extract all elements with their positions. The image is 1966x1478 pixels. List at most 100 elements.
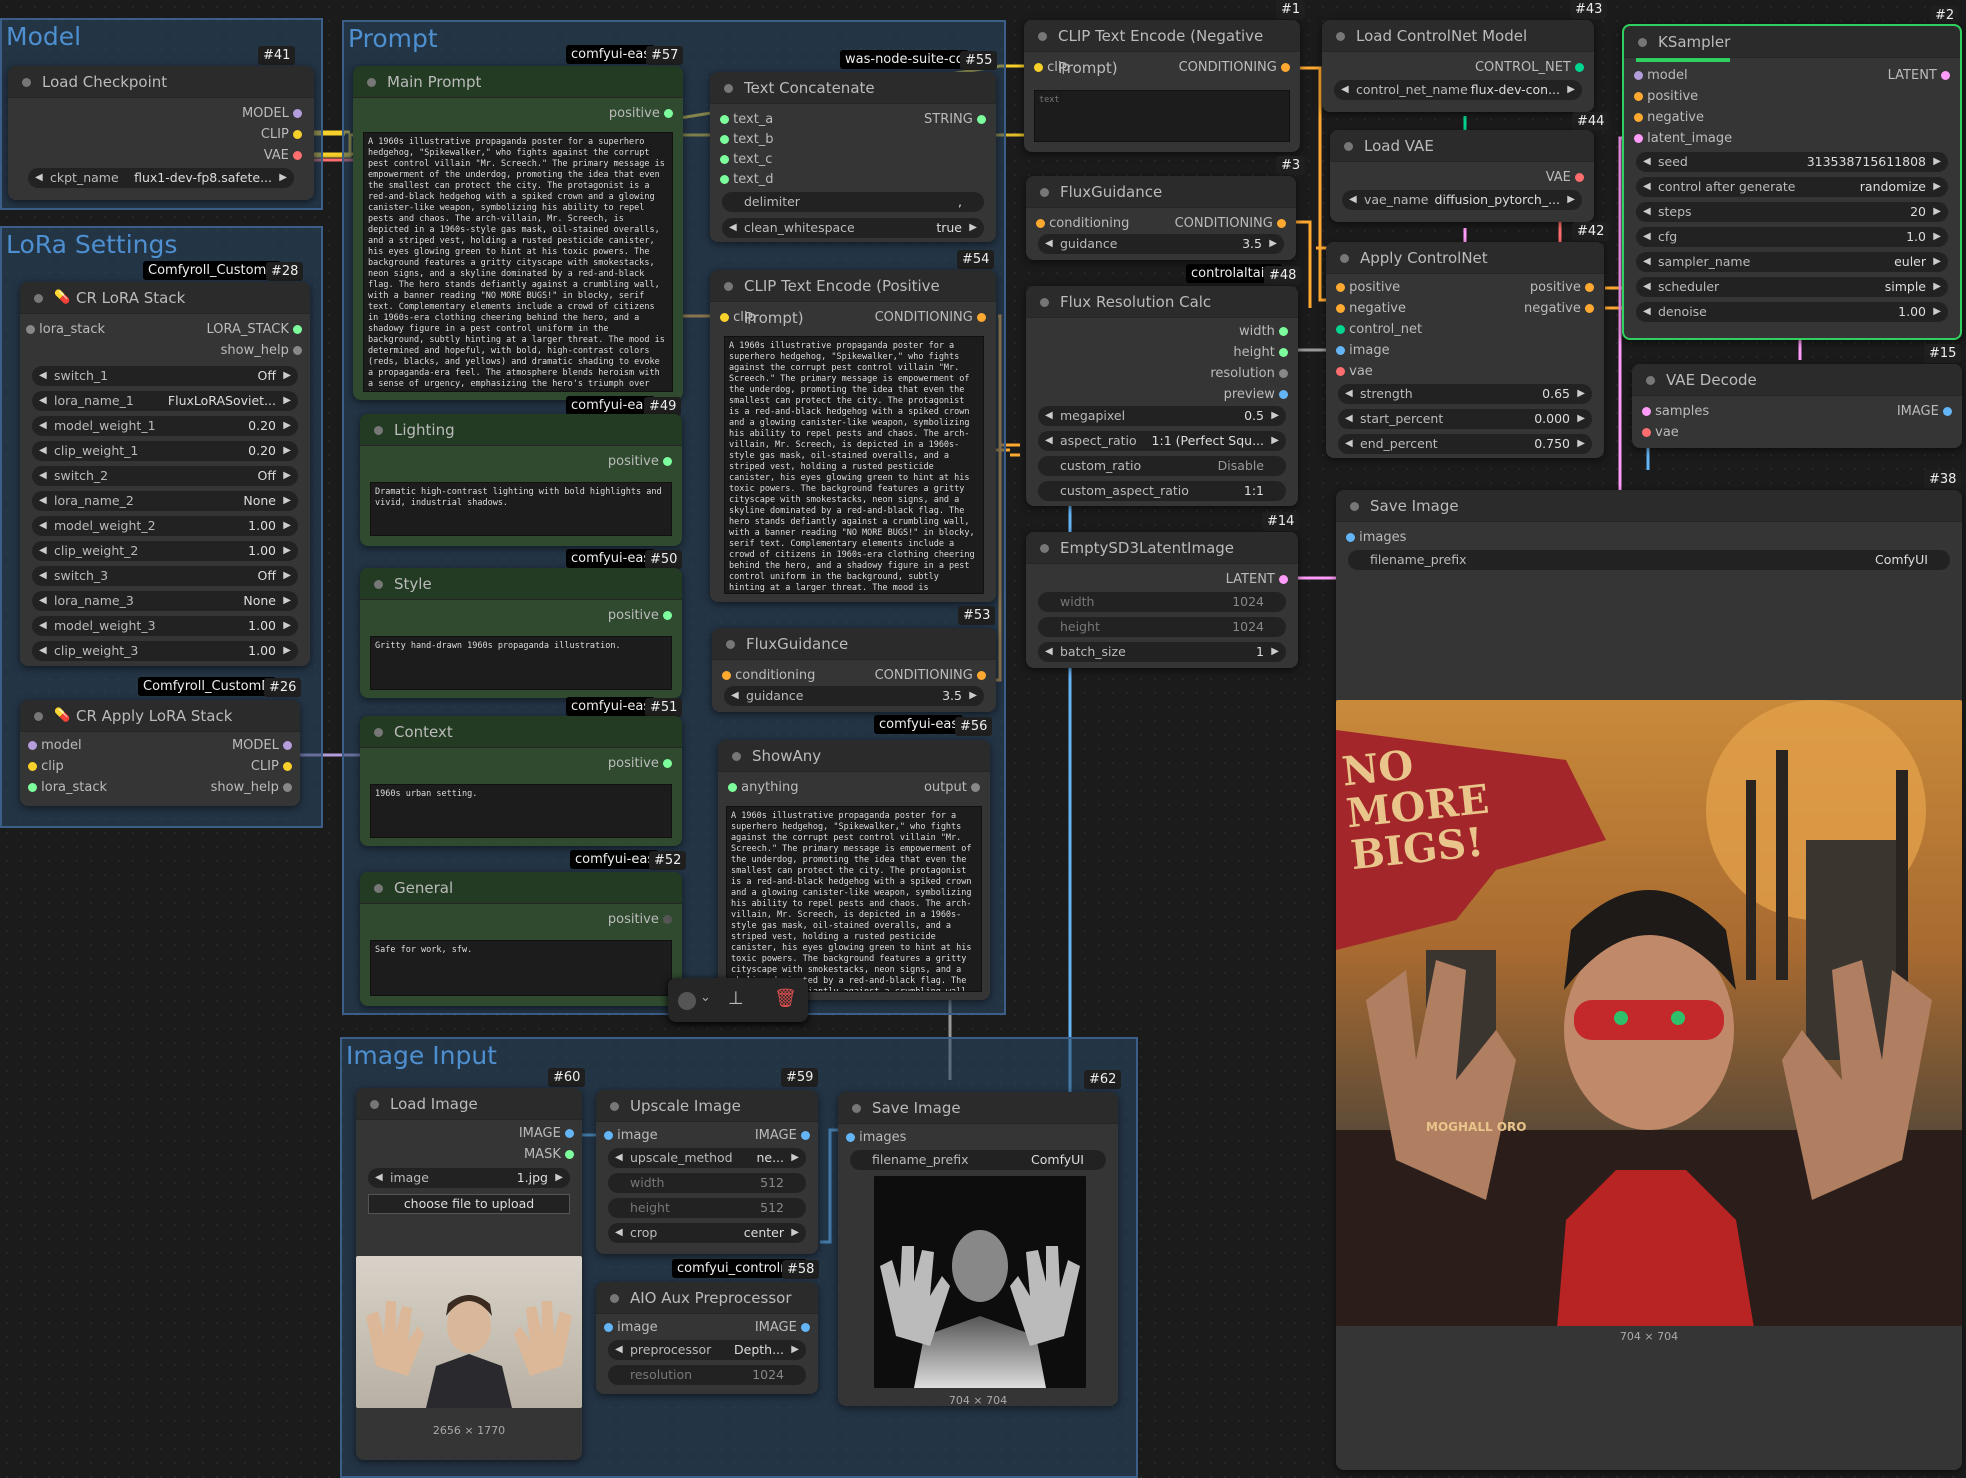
output-latent-dot[interactable] [1279,575,1288,584]
output-latent-dot[interactable] [1941,71,1950,80]
guidance-slider[interactable]: guidance 3.5 [1038,234,1284,254]
input-negative-dot[interactable] [1336,304,1345,313]
input-anything-dot[interactable] [728,783,737,792]
node-load-controlnet[interactable]: Load ControlNet Model CONTROL_NET contro… [1322,20,1594,112]
lora-widget-model-weight-2[interactable]: model_weight_2 1.00 [32,516,298,536]
sampler-name-combo[interactable]: sampler_name euler [1636,252,1948,272]
output-positive-dot[interactable] [663,759,672,768]
custom-aspect-ratio-field[interactable]: custom_aspect_ratio 1:1 [1038,481,1286,501]
batch-size-stepper[interactable]: batch_size 1 [1038,642,1286,662]
prompt-textarea[interactable]: 1960s urban setting. [370,784,672,838]
resolution-input[interactable]: resolution 1024 [608,1365,806,1385]
delimiter-field[interactable]: delimiter, [722,192,984,212]
generated-image-preview[interactable]: NO MORE BIGS! MOGHALL ORO [1336,700,1962,1326]
lora-widget-lora-name-2[interactable]: lora_name_2 None [32,491,298,511]
node-load-image[interactable]: Load Image IMAGE MASK image 1.jpg choose … [356,1088,582,1460]
negative-prompt-textarea[interactable]: text [1034,90,1290,142]
custom-ratio-toggle[interactable]: custom_ratio Disable [1038,456,1286,476]
input-image-dot[interactable] [1336,346,1345,355]
steps-stepper[interactable]: steps 20 [1636,202,1948,222]
node-clip-text-encode-negative[interactable]: CLIP Text Encode (Negative Prompt) clip … [1024,20,1300,152]
input-vae-dot[interactable] [1642,428,1651,437]
width-input[interactable]: width 512 [608,1173,806,1193]
output-width-dot[interactable] [1279,327,1288,336]
node-cr-apply-lora-stack[interactable]: CR Apply LoRA Stack 💊 model clip lora_st… [20,700,300,806]
output-image-dot[interactable] [801,1131,810,1140]
color-picker-icon[interactable] [678,992,696,1010]
output-lora-stack-dot[interactable] [293,325,302,334]
pin-icon[interactable]: ⊥ [728,988,744,1009]
chevron-down-icon[interactable]: ⌄ [700,990,711,1005]
lora-widget-switch-3[interactable]: switch_3 Off [32,566,298,586]
input-positive-dot[interactable] [1634,92,1643,101]
node-load-checkpoint[interactable]: Load Checkpoint MODEL CLIP VAE ckpt_name… [8,66,314,200]
start-percent-slider[interactable]: start_percent 0.000 [1338,409,1592,429]
output-control-net-dot[interactable] [1575,63,1584,72]
node-main-prompt[interactable]: Main Prompt positive A 1960s illustrativ… [353,66,683,400]
input-clip-dot[interactable] [28,762,37,771]
lora-widget-clip-weight-1[interactable]: clip_weight_1 0.20 [32,441,298,461]
node-load-vae[interactable]: Load VAE VAE vae_name diffusion_pytorch_.… [1330,130,1594,222]
output-preview-dot[interactable] [1279,390,1288,399]
node-flux-guidance-2[interactable]: FluxGuidance conditioning CONDITIONING g… [712,628,996,712]
input-clip-dot[interactable] [720,313,729,322]
node-text-concatenate[interactable]: Text Concatenate text_a text_b text_c te… [710,72,996,242]
width-input[interactable]: width 1024 [1038,592,1286,612]
output-conditioning-dot[interactable] [977,671,986,680]
output-string-dot[interactable] [977,115,986,124]
node-show-any[interactable]: ShowAny anything output A 1960s illustra… [718,740,990,1000]
output-positive-dot[interactable] [663,457,672,466]
output-show-help-dot[interactable] [293,346,302,355]
input-text-a-dot[interactable] [720,115,729,124]
node-save-image-main[interactable]: Save Image images filename_prefix ComfyUI… [1336,490,1962,1470]
input-latent-dot[interactable] [1634,134,1643,143]
filename-prefix-field[interactable]: filename_prefix ComfyUI [850,1150,1106,1170]
guidance-slider[interactable]: guidance 3.5 [724,686,984,706]
output-model-dot[interactable] [283,741,292,750]
vae-name-combo[interactable]: vae_name diffusion_pytorch_... [1342,190,1582,210]
preprocessor-combo[interactable]: preprocessor Depth... [608,1340,806,1360]
output-show-help-dot[interactable] [283,783,292,792]
input-model-dot[interactable] [28,741,37,750]
lora-widget-lora-name-3[interactable]: lora_name_3 None [32,591,298,611]
node-upscale-image[interactable]: Upscale Image image IMAGE upscale_method… [596,1090,818,1254]
node-aio-aux-preprocessor[interactable]: AIO Aux Preprocessor image IMAGE preproc… [596,1282,818,1394]
output-model-dot[interactable] [293,109,302,118]
input-positive-dot[interactable] [1336,283,1345,292]
output-image-dot[interactable] [1943,407,1952,416]
lora-widget-lora-name-1[interactable]: lora_name_1 FluxLoRASoviet... [32,391,298,411]
lora-widget-clip-weight-2[interactable]: clip_weight_2 1.00 [32,541,298,561]
output-dot[interactable] [971,783,980,792]
lora-widget-switch-2[interactable]: switch_2 Off [32,466,298,486]
output-conditioning-dot[interactable] [977,313,986,322]
denoise-slider[interactable]: denoise 1.00 [1636,302,1948,322]
input-images-dot[interactable] [1346,533,1355,542]
lora-widget-switch-1[interactable]: switch_1 Off [32,366,298,386]
output-resolution-dot[interactable] [1279,369,1288,378]
output-positive-dot[interactable] [664,109,673,118]
scheduler-combo[interactable]: scheduler simple [1636,277,1948,297]
input-image-preview[interactable] [356,1256,582,1408]
filename-prefix-field[interactable]: filename_prefix ComfyUI [1348,550,1950,570]
output-conditioning-dot[interactable] [1277,219,1286,228]
input-model-dot[interactable] [1634,71,1643,80]
height-input[interactable]: height 1024 [1038,617,1286,637]
input-vae-dot[interactable] [1336,367,1345,376]
input-conditioning-dot[interactable] [722,671,731,680]
clean-whitespace-toggle[interactable]: clean_whitespace true [722,218,984,238]
input-image-dot[interactable] [604,1131,613,1140]
lora-widget-model-weight-1[interactable]: model_weight_1 0.20 [32,416,298,436]
crop-combo[interactable]: crop center [608,1223,806,1243]
ckpt-name-combo[interactable]: ckpt_name flux1-dev-fp8.safete... [28,168,294,188]
node-lighting[interactable]: Lighting positive Dramatic high-contrast… [360,414,682,546]
megapixel-slider[interactable]: megapixel 0.5 [1038,406,1286,426]
prompt-textarea[interactable]: Gritty hand-drawn 1960s propaganda illus… [370,636,672,690]
output-mask-dot[interactable] [565,1150,574,1159]
output-vae-dot[interactable] [293,151,302,160]
output-vae-dot[interactable] [1575,173,1584,182]
lora-widget-model-weight-3[interactable]: model_weight_3 1.00 [32,616,298,636]
input-image-dot[interactable] [604,1323,613,1332]
prompt-textarea[interactable]: Safe for work, sfw. [370,940,672,996]
aspect-ratio-combo[interactable]: aspect_ratio 1:1 (Perfect Squ... [1038,431,1286,451]
node-save-image-depth[interactable]: Save Image images filename_prefix ComfyUI… [838,1092,1118,1407]
